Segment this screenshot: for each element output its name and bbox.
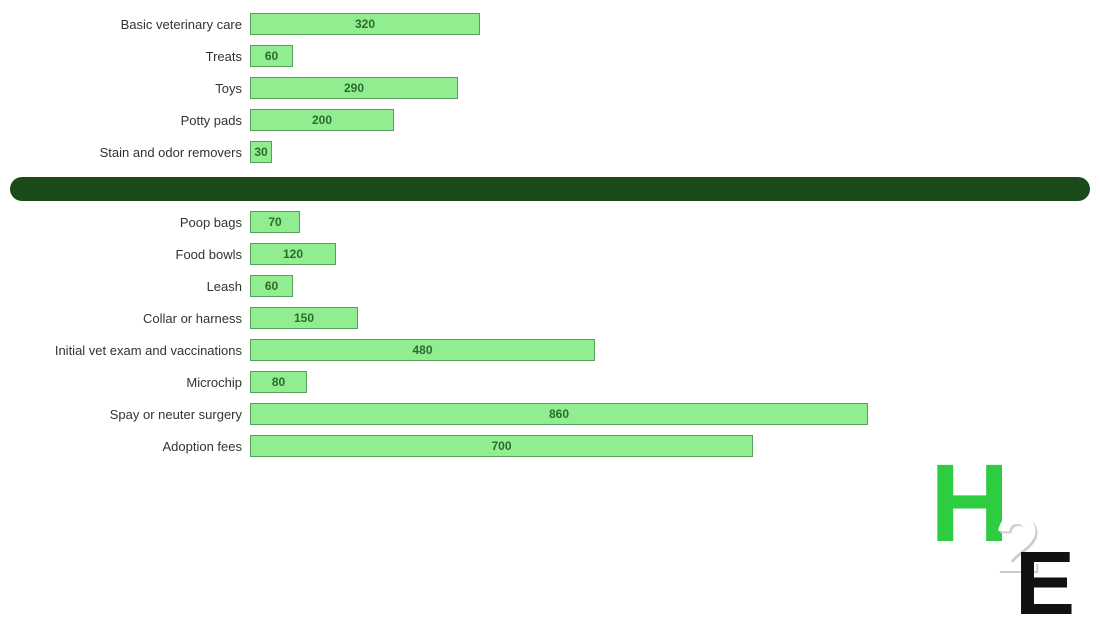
bar: 860 xyxy=(250,403,868,425)
bar-wrapper: 290 xyxy=(250,77,1100,99)
bar-label: Treats xyxy=(0,49,250,64)
bar-row: Poop bags70 xyxy=(0,208,1100,236)
bar-label: Food bowls xyxy=(0,247,250,262)
bar-label: Microchip xyxy=(0,375,250,390)
bar: 150 xyxy=(250,307,358,329)
bar-wrapper: 70 xyxy=(250,211,1100,233)
bar-label: Spay or neuter surgery xyxy=(0,407,250,422)
bar-wrapper: 120 xyxy=(250,243,1100,265)
bar: 80 xyxy=(250,371,307,393)
bar-label: Stain and odor removers xyxy=(0,145,250,160)
bar-row: Toys290 xyxy=(0,74,1100,102)
bar-wrapper: 150 xyxy=(250,307,1100,329)
bar: 120 xyxy=(250,243,336,265)
bar-row: Initial vet exam and vaccinations480 xyxy=(0,336,1100,364)
bar-label: Toys xyxy=(0,81,250,96)
bar-wrapper: 30 xyxy=(250,141,1100,163)
bar-label: Leash xyxy=(0,279,250,294)
bar-wrapper: 60 xyxy=(250,275,1100,297)
bar: 200 xyxy=(250,109,394,131)
bar-wrapper: 480 xyxy=(250,339,1100,361)
bar-row: Collar or harness150 xyxy=(0,304,1100,332)
bar-label: Basic veterinary care xyxy=(0,17,250,32)
bar-row: Spay or neuter surgery860 xyxy=(0,400,1100,428)
bar-row: Microchip80 xyxy=(0,368,1100,396)
banner-title xyxy=(10,177,1090,201)
bar-row: Potty pads200 xyxy=(0,106,1100,134)
bar-wrapper: 80 xyxy=(250,371,1100,393)
bar-wrapper: 320 xyxy=(250,13,1100,35)
bar: 60 xyxy=(250,45,293,67)
bar-row: Treats60 xyxy=(0,42,1100,70)
bar: 320 xyxy=(250,13,480,35)
bar: 70 xyxy=(250,211,300,233)
bar-label: Collar or harness xyxy=(0,311,250,326)
bar-row: Leash60 xyxy=(0,272,1100,300)
logo: H 2 E xyxy=(930,449,1090,609)
bar-label: Poop bags xyxy=(0,215,250,230)
bar: 480 xyxy=(250,339,595,361)
bar: 60 xyxy=(250,275,293,297)
top-section: Basic veterinary care320Treats60Toys290P… xyxy=(0,0,1100,175)
bar-wrapper: 860 xyxy=(250,403,1100,425)
bar: 30 xyxy=(250,141,272,163)
bar-label: Initial vet exam and vaccinations xyxy=(0,343,250,358)
bar-label: Potty pads xyxy=(0,113,250,128)
bar-row: Stain and odor removers30 xyxy=(0,138,1100,166)
bar-wrapper: 200 xyxy=(250,109,1100,131)
bar-row: Basic veterinary care320 xyxy=(0,10,1100,38)
logo-e: E xyxy=(1015,539,1075,629)
bar-label: Adoption fees xyxy=(0,439,250,454)
bar-wrapper: 60 xyxy=(250,45,1100,67)
bar: 290 xyxy=(250,77,458,99)
bar-row: Food bowls120 xyxy=(0,240,1100,268)
bar: 700 xyxy=(250,435,753,457)
